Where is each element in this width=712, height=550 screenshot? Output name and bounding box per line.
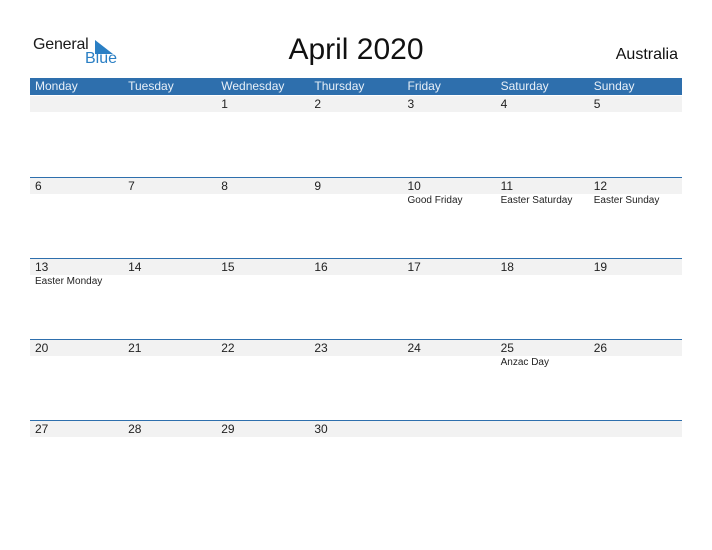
day-number: 9 xyxy=(314,179,322,193)
day-number: 22 xyxy=(221,341,235,355)
day-number: 1 xyxy=(221,97,228,111)
day-number: 12 xyxy=(593,179,608,193)
holiday-label: Anzac Day xyxy=(500,357,549,368)
day-number: 5 xyxy=(593,97,601,111)
day-number: 21 xyxy=(128,341,142,355)
date-strip: 6 7 8 9 10 11 12 xyxy=(30,178,682,194)
day-number: 30 xyxy=(314,422,328,436)
day-number: 3 xyxy=(407,97,415,111)
country-label: Australia xyxy=(615,46,678,63)
day-number: 11 xyxy=(500,179,514,193)
day-number: 2 xyxy=(314,97,322,111)
weekday-friday: Friday xyxy=(407,79,441,93)
weekday-thursday: Thursday xyxy=(314,79,365,93)
day-number: 10 xyxy=(407,179,421,193)
holiday-label xyxy=(309,275,402,289)
holiday-label xyxy=(403,356,496,370)
day-number: 17 xyxy=(407,260,421,274)
day-number: 28 xyxy=(128,422,142,436)
holiday-label: Easter Sunday xyxy=(593,195,660,206)
events-row: Anzac Day xyxy=(30,356,682,370)
week-row: 6 7 8 9 10 11 12 Good Friday Easter Saturday East… xyxy=(30,177,682,208)
holiday-label: Good Friday xyxy=(407,195,463,206)
date-strip: 27 28 29 30 xyxy=(30,421,682,437)
calendar-grid: Monday Tuesday Wednesday Thursday Friday… xyxy=(30,78,682,437)
day-number xyxy=(30,96,123,112)
week-row: 27 28 29 30 xyxy=(30,420,682,437)
day-number: 8 xyxy=(221,179,228,193)
day-number xyxy=(496,421,589,437)
day-number: 15 xyxy=(221,260,235,274)
day-number: 27 xyxy=(35,422,49,436)
day-number: 19 xyxy=(593,260,608,274)
holiday-label xyxy=(496,275,589,289)
day-number: 24 xyxy=(407,341,421,355)
day-number: 25 xyxy=(500,341,514,355)
day-number: 26 xyxy=(593,341,608,355)
weekday-header: Monday Tuesday Wednesday Thursday Friday… xyxy=(30,78,682,95)
holiday-label: Easter Monday xyxy=(35,276,103,287)
day-number: 7 xyxy=(128,179,135,193)
holiday-label xyxy=(216,356,309,370)
holiday-label xyxy=(589,275,682,289)
holiday-label xyxy=(216,275,309,289)
day-number: 29 xyxy=(221,422,235,436)
date-strip: 20 21 22 23 24 25 26 xyxy=(30,340,682,356)
holiday-label xyxy=(216,194,309,208)
week-row: 1 2 3 4 5 xyxy=(30,96,682,112)
events-row: Good Friday Easter Saturday Easter Sunday xyxy=(30,194,682,208)
day-number: 18 xyxy=(500,260,514,274)
day-number: 23 xyxy=(314,341,328,355)
day-number: 13 xyxy=(35,260,49,274)
weekday-tuesday: Tuesday xyxy=(128,79,174,93)
holiday-label: Easter Saturday xyxy=(500,195,573,206)
holiday-label xyxy=(403,275,496,289)
weekday-saturday: Saturday xyxy=(500,79,549,93)
day-number xyxy=(123,96,216,112)
weekday-sunday: Sunday xyxy=(593,79,635,93)
day-number: 14 xyxy=(128,260,142,274)
week-row: 13 14 15 16 17 18 19 Easter Monday xyxy=(30,258,682,289)
day-number: 16 xyxy=(314,260,328,274)
day-number: 6 xyxy=(35,179,42,193)
holiday-label xyxy=(30,356,123,370)
date-strip: 1 2 3 4 5 xyxy=(30,96,682,112)
week-row: 20 21 22 23 24 25 26 Anzac Day xyxy=(30,339,682,370)
holiday-label xyxy=(123,356,216,370)
weekday-monday: Monday xyxy=(35,79,78,93)
holiday-label xyxy=(123,275,216,289)
holiday-label xyxy=(589,356,682,370)
date-strip: 13 14 15 16 17 18 19 xyxy=(30,259,682,275)
day-number: 4 xyxy=(500,97,508,111)
holiday-label xyxy=(309,194,402,208)
holiday-label xyxy=(309,356,402,370)
holiday-label xyxy=(123,194,216,208)
day-number xyxy=(403,421,496,437)
day-number: 20 xyxy=(35,341,49,355)
events-row: Easter Monday xyxy=(30,275,682,289)
holiday-label xyxy=(30,194,123,208)
day-number xyxy=(589,421,682,437)
calendar-title: April 2020 xyxy=(288,33,424,66)
weekday-wednesday: Wednesday xyxy=(221,79,285,93)
